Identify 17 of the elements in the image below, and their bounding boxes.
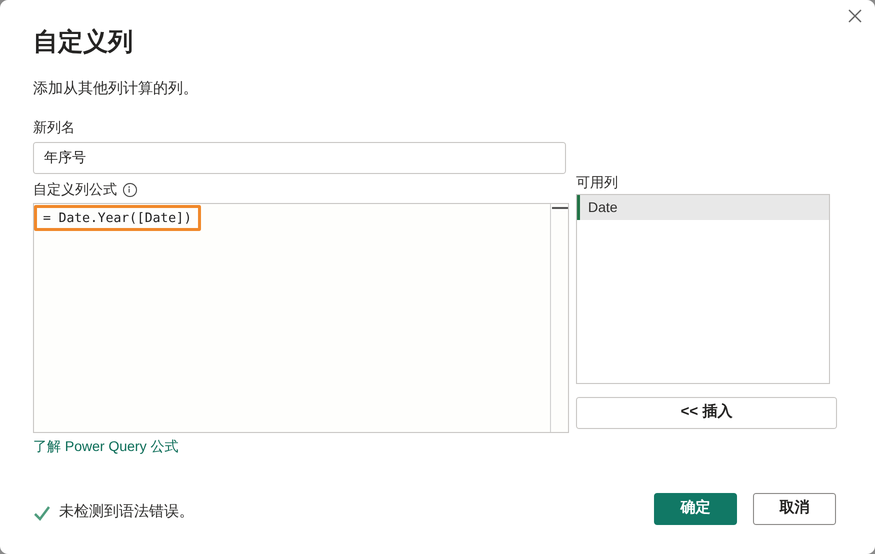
dialog-title: 自定义列 bbox=[33, 27, 133, 58]
highlighted-formula: = Date.Year([Date]) bbox=[34, 204, 201, 230]
info-icon[interactable] bbox=[123, 182, 137, 196]
insert-button[interactable]: << 插入 bbox=[576, 396, 837, 428]
cancel-button[interactable]: 取消 bbox=[753, 492, 836, 524]
formula-editor[interactable]: = Date.Year([Date]) bbox=[33, 202, 569, 432]
field-label: 可用列 bbox=[576, 172, 619, 192]
help-link[interactable]: 了解 Power Query 公式 bbox=[33, 436, 178, 456]
list-item[interactable]: Date bbox=[577, 194, 829, 220]
status-message: 未检测到语法错误。 bbox=[59, 502, 194, 522]
dialog-description: 添加从其他列计算的列。 bbox=[33, 79, 198, 99]
field-label: 自定义列公式 bbox=[33, 180, 117, 199]
confirm-button[interactable]: 确定 bbox=[654, 492, 737, 524]
field-label: 新列名 bbox=[33, 118, 75, 136]
scrollbar[interactable] bbox=[550, 204, 568, 432]
close-icon[interactable] bbox=[847, 8, 863, 24]
input-field[interactable]: 年序号 bbox=[33, 142, 566, 174]
